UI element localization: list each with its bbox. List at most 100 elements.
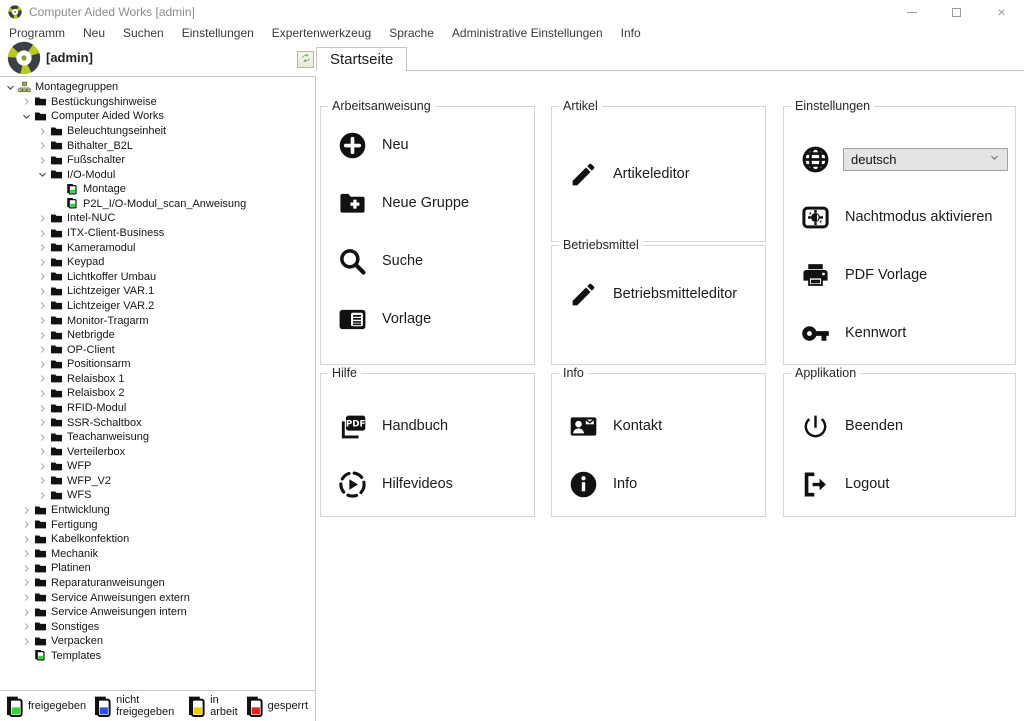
tree-item-relaisbox-1[interactable]: Relaisbox 1 <box>0 372 315 387</box>
chevron-right-icon[interactable] <box>36 154 49 166</box>
chevron-right-icon[interactable] <box>36 315 49 327</box>
pdf-vorlage-button[interactable]: PDF Vorlage <box>784 246 1015 304</box>
tree-item-itx-client-business[interactable]: ITX-Client-Business <box>0 226 315 241</box>
neue-gruppe-button[interactable]: Neue Gruppe <box>321 174 534 232</box>
chevron-down-icon[interactable] <box>4 81 17 93</box>
tree-item-kameramodul[interactable]: Kameramodul <box>0 240 315 255</box>
tree-item-wfp-v2[interactable]: WFP_V2 <box>0 474 315 489</box>
chevron-right-icon[interactable] <box>36 271 49 283</box>
info-button[interactable]: Info <box>552 455 765 513</box>
close-button[interactable]: × <box>979 0 1024 24</box>
chevron-right-icon[interactable] <box>20 548 33 560</box>
chevron-right-icon[interactable] <box>36 125 49 137</box>
chevron-right-icon[interactable] <box>36 387 49 399</box>
chevron-right-icon[interactable] <box>20 621 33 633</box>
chevron-right-icon[interactable] <box>20 635 33 647</box>
tree-item-relaisbox-2[interactable]: Relaisbox 2 <box>0 386 315 401</box>
chevron-down-icon[interactable] <box>20 110 33 122</box>
chevron-down-icon[interactable] <box>36 169 49 181</box>
chevron-right-icon[interactable] <box>36 431 49 443</box>
chevron-right-icon[interactable] <box>20 533 33 545</box>
betriebsmitteleditor-button[interactable]: Betriebsmitteleditor <box>552 265 765 323</box>
tree-item-ssr-schaltbox[interactable]: SSR-Schaltbox <box>0 415 315 430</box>
chevron-right-icon[interactable] <box>36 460 49 472</box>
tree-item-monitor-tragarm[interactable]: Monitor-Tragarm <box>0 313 315 328</box>
menu-info[interactable]: Info <box>612 26 650 40</box>
menu-einstellungen[interactable]: Einstellungen <box>173 26 263 40</box>
tree-item-beleuchtungseinheit[interactable]: Beleuchtungseinheit <box>0 124 315 139</box>
tree-item-netbrigde[interactable]: Netbrigde <box>0 328 315 343</box>
chevron-right-icon[interactable] <box>36 358 49 370</box>
tree-item-entwicklung[interactable]: Entwicklung <box>0 503 315 518</box>
tree-item-fu-schalter[interactable]: Fußschalter <box>0 153 315 168</box>
refresh-button[interactable] <box>297 51 314 68</box>
chevron-right-icon[interactable] <box>36 140 49 152</box>
tree-item-verpacken[interactable]: Verpacken <box>0 634 315 649</box>
chevron-right-icon[interactable] <box>36 489 49 501</box>
chevron-right-icon[interactable] <box>36 329 49 341</box>
vorlage-button[interactable]: Vorlage <box>321 290 534 348</box>
beenden-button[interactable]: Beenden <box>784 397 1015 455</box>
tab-startseite[interactable]: Startseite <box>316 47 407 71</box>
tree-item-p2l-i-o-modul-scan-anweisung[interactable]: P2L_I/O-Modul_scan_Anweisung <box>0 197 315 212</box>
chevron-right-icon[interactable] <box>20 592 33 604</box>
menu-expertenwerkzeug[interactable]: Expertenwerkzeug <box>263 26 380 40</box>
tree-item-lichtkoffer-umbau[interactable]: Lichtkoffer Umbau <box>0 270 315 285</box>
minimize-button[interactable] <box>889 0 934 24</box>
chevron-right-icon[interactable] <box>36 402 49 414</box>
tree-item-templates[interactable]: Templates <box>0 649 315 664</box>
hilfevideos-button[interactable]: Hilfevideos <box>321 455 534 513</box>
chevron-right-icon[interactable] <box>20 96 33 108</box>
nachtmodus-aktivieren-button[interactable]: Nachtmodus aktivieren <box>784 188 1015 246</box>
tree-item-verteilerbox[interactable]: Verteilerbox <box>0 444 315 459</box>
tree-item-bithalter-b2l[interactable]: Bithalter_B2L <box>0 138 315 153</box>
chevron-right-icon[interactable] <box>36 300 49 312</box>
tree-item-teachanweisung[interactable]: Teachanweisung <box>0 430 315 445</box>
tree-item-service-anweisungen-intern[interactable]: Service Anweisungen intern <box>0 605 315 620</box>
chevron-right-icon[interactable] <box>36 344 49 356</box>
chevron-right-icon[interactable] <box>36 256 49 268</box>
tree-item-keypad[interactable]: Keypad <box>0 255 315 270</box>
tree-item-reparaturanweisungen[interactable]: Reparaturanweisungen <box>0 576 315 591</box>
tree-item-wfp[interactable]: WFP <box>0 459 315 474</box>
tree-item-service-anweisungen-extern[interactable]: Service Anweisungen extern <box>0 590 315 605</box>
chevron-right-icon[interactable] <box>36 242 49 254</box>
tree-item-wfs[interactable]: WFS <box>0 488 315 503</box>
tree-item-best-ckungshinweise[interactable]: Bestückungshinweise <box>0 95 315 110</box>
chevron-right-icon[interactable] <box>20 519 33 531</box>
kennwort-button[interactable]: Kennwort <box>784 304 1015 362</box>
logout-button[interactable]: Logout <box>784 455 1015 513</box>
tree-item-mechanik[interactable]: Mechanik <box>0 547 315 562</box>
tree-item-computer-aided-works[interactable]: Computer Aided Works <box>0 109 315 124</box>
suche-button[interactable]: Suche <box>321 232 534 290</box>
neu-button[interactable]: Neu <box>321 116 534 174</box>
maximize-button[interactable] <box>934 0 979 24</box>
chevron-right-icon[interactable] <box>36 212 49 224</box>
tree-item-op-client[interactable]: OP-Client <box>0 342 315 357</box>
tree-item-intel-nuc[interactable]: Intel-NUC <box>0 211 315 226</box>
menu-administrative-einstellungen[interactable]: Administrative Einstellungen <box>443 26 612 40</box>
chevron-right-icon[interactable] <box>20 504 33 516</box>
chevron-right-icon[interactable] <box>36 285 49 297</box>
chevron-right-icon[interactable] <box>36 417 49 429</box>
chevron-right-icon[interactable] <box>36 446 49 458</box>
language-select[interactable]: deutsch <box>843 148 1008 171</box>
tree-item-rfid-modul[interactable]: RFID-Modul <box>0 401 315 416</box>
menu-neu[interactable]: Neu <box>74 26 114 40</box>
tree-item-lichtzeiger-var-2[interactable]: Lichtzeiger VAR.2 <box>0 299 315 314</box>
chevron-right-icon[interactable] <box>36 227 49 239</box>
tree-item-i-o-modul[interactable]: I/O-Modul <box>0 167 315 182</box>
tree-item-sonstiges[interactable]: Sonstiges <box>0 619 315 634</box>
chevron-right-icon[interactable] <box>20 577 33 589</box>
menu-programm[interactable]: Programm <box>0 26 74 40</box>
menu-sprache[interactable]: Sprache <box>380 26 443 40</box>
artikeleditor-button[interactable]: Artikeleditor <box>552 145 765 203</box>
menu-suchen[interactable]: Suchen <box>114 26 173 40</box>
tree-item-positionsarm[interactable]: Positionsarm <box>0 357 315 372</box>
tree-item-montagegruppen[interactable]: Montagegruppen <box>0 80 315 95</box>
chevron-right-icon[interactable] <box>36 475 49 487</box>
tree-item-lichtzeiger-var-1[interactable]: Lichtzeiger VAR.1 <box>0 284 315 299</box>
handbuch-button[interactable]: PDFHandbuch <box>321 397 534 455</box>
kontakt-button[interactable]: Kontakt <box>552 397 765 455</box>
tree-item-platinen[interactable]: Platinen <box>0 561 315 576</box>
